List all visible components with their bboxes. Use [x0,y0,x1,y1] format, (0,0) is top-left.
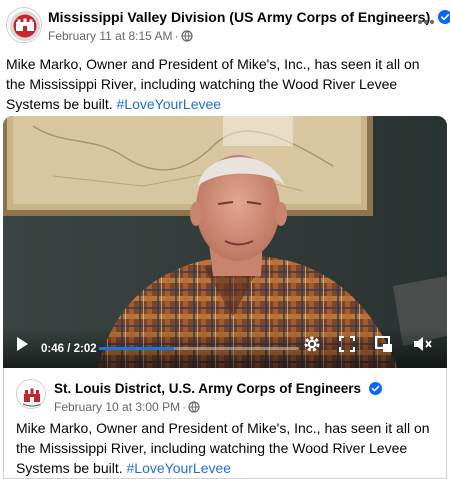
meta-separator: · [174,29,179,43]
more-options-button[interactable] [414,12,438,36]
play-icon [17,337,28,351]
post-header: Mississippi Valley Division (US Army Cor… [0,0,450,50]
volume-mute-icon [414,337,432,351]
shared-page-name-label[interactable]: St. Louis District, U.S. Army Corps of E… [54,381,361,396]
shared-page-name[interactable]: St. Louis District, U.S. Army Corps of E… [54,381,382,398]
more-horizontal-icon [418,20,434,24]
settings-icon [304,336,320,352]
post-meta: February 11 at 8:15 AM · [48,29,193,45]
post-timestamp[interactable]: February 11 at 8:15 AM [48,29,173,43]
shared-post-card[interactable]: St. Louis District, U.S. Army Corps of E… [3,368,447,479]
shared-post-meta: February 10 at 3:00 PM · [54,400,200,416]
globe-icon [188,401,200,416]
shared-hashtag-link[interactable]: #LoveYourLevee [127,460,232,476]
fullscreen-button[interactable] [339,336,355,357]
current-time: 0:46 [41,343,65,355]
hashtag-link[interactable]: #LoveYourLevee [117,96,222,112]
progress-bar[interactable] [99,347,299,350]
settings-button[interactable] [303,335,321,358]
verified-badge-icon [438,10,450,27]
time-separator: / [64,343,74,355]
progress-fill [99,347,175,350]
page-name-label[interactable]: Mississippi Valley Division (US Army Cor… [48,9,430,25]
shared-page-avatar[interactable] [16,379,46,409]
duration: 2:02 [73,343,97,355]
shared-post-timestamp[interactable]: February 10 at 3:00 PM [54,400,180,414]
globe-icon [180,30,193,45]
picture-in-picture-button[interactable] [375,336,393,358]
picture-in-picture-icon [375,336,392,352]
fullscreen-icon [339,336,355,352]
shared-post-text: Mike Marko, Owner and President of Mike'… [16,418,440,478]
page-avatar[interactable] [6,7,42,43]
post-text: Mike Marko, Owner and President of Mike'… [6,54,442,114]
play-button[interactable] [15,336,29,357]
volume-button[interactable] [413,336,433,357]
verified-badge-icon [368,382,382,398]
page-name[interactable]: Mississippi Valley Division (US Army Cor… [48,9,450,27]
meta-separator: · [182,400,187,414]
video-time: 0:46 / 2:02 [41,343,97,355]
video-player[interactable]: 0:46 / 2:02 [3,116,447,368]
video-controls: 0:46 / 2:02 [3,328,447,368]
